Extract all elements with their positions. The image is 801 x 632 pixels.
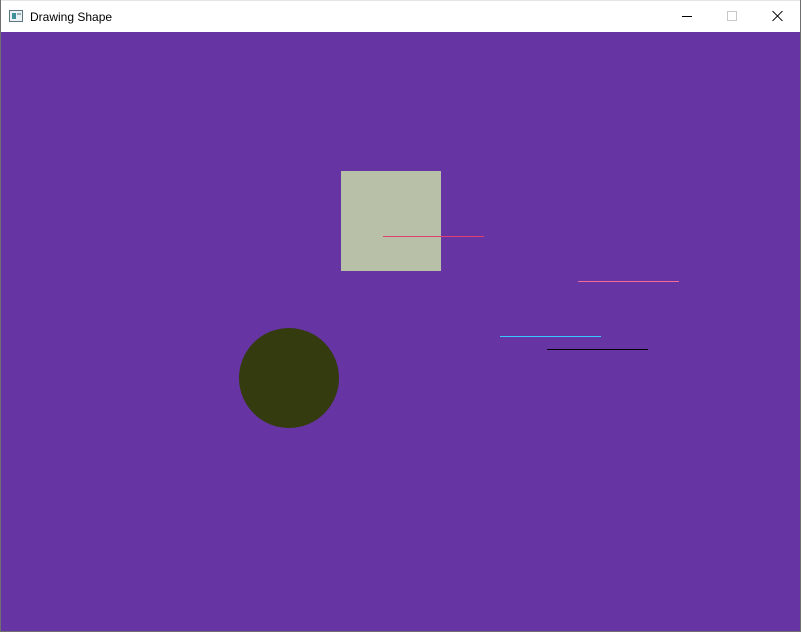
maximize-button[interactable] <box>709 1 755 32</box>
drawing-surface <box>1 32 800 631</box>
drawing-canvas[interactable] <box>1 32 800 631</box>
close-button[interactable] <box>755 1 800 32</box>
close-icon <box>772 10 784 22</box>
canvas-background <box>1 32 800 631</box>
window-title: Drawing Shape <box>30 10 113 24</box>
maximize-icon <box>727 11 737 21</box>
square-shape <box>341 171 441 271</box>
minimize-icon <box>682 16 692 17</box>
title-bar[interactable]: Drawing Shape <box>1 0 800 32</box>
minimize-button[interactable] <box>663 1 709 32</box>
application-window: Drawing Shape <box>0 0 801 632</box>
app-window-icon[interactable] <box>9 10 23 22</box>
circle-shape <box>239 328 339 428</box>
